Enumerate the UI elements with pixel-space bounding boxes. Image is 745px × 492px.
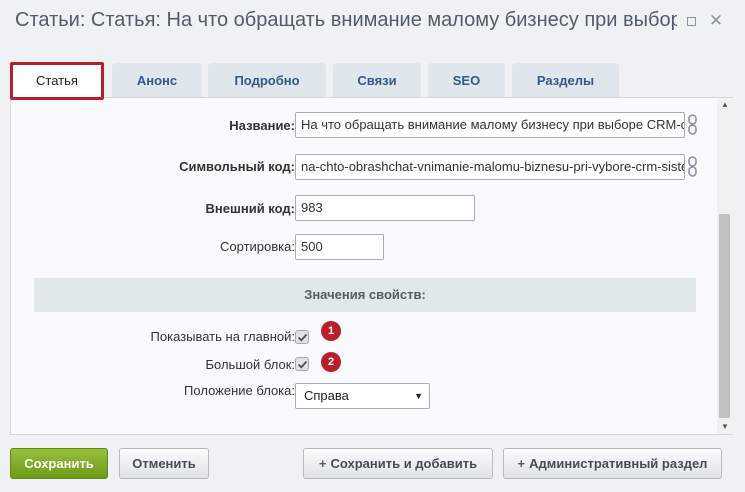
dialog-title: Статьи: Статья: На что обращать внимание… xyxy=(15,9,677,31)
form-panel: Название: На что обращать внимание малом… xyxy=(10,97,733,435)
step-badge: 1 xyxy=(321,321,341,341)
name-label: Название: xyxy=(229,118,295,133)
chain-link-icon[interactable] xyxy=(687,114,699,136)
cancel-button[interactable]: Отменить xyxy=(119,448,209,479)
save-and-add-button[interactable]: + Сохранить и добавить xyxy=(303,448,493,479)
sort-label: Сортировка: xyxy=(220,239,295,254)
scroll-up-icon[interactable]: ▲ xyxy=(717,98,733,112)
big-block-checkbox[interactable] xyxy=(295,357,309,371)
save-button[interactable]: Сохранить xyxy=(10,448,108,479)
properties-header: Значения свойств: xyxy=(34,278,696,312)
show-main-label: Показывать на главной: xyxy=(150,329,295,344)
tab-details[interactable]: Подробно xyxy=(208,63,326,98)
save-and-add-label: Сохранить и добавить xyxy=(330,456,478,471)
tab-announce[interactable]: Анонс xyxy=(112,63,202,98)
scroll-thumb[interactable] xyxy=(719,214,730,418)
chain-link-icon[interactable] xyxy=(687,156,699,178)
plus-icon: + xyxy=(517,456,526,471)
ext-code-label: Внешний код: xyxy=(205,201,295,216)
sort-input[interactable]: 500 xyxy=(295,234,384,260)
vertical-scrollbar[interactable]: ▲ ▼ xyxy=(717,98,733,434)
plus-icon: + xyxy=(318,456,327,471)
step-badge: 2 xyxy=(321,352,341,372)
position-select[interactable]: Справа ▼ xyxy=(295,383,430,409)
admin-section-button[interactable]: + Административный раздел xyxy=(503,448,722,479)
position-select-value: Справа xyxy=(304,388,349,403)
close-icon[interactable]: ✕ xyxy=(708,12,724,29)
tab-links[interactable]: Связи xyxy=(333,63,421,98)
big-block-label: Большой блок: xyxy=(205,357,296,372)
tab-sections[interactable]: Разделы xyxy=(512,63,619,98)
maximize-icon[interactable] xyxy=(683,13,699,29)
dropdown-arrow-icon: ▼ xyxy=(414,391,423,401)
title-bar: Статьи: Статья: На что обращать внимание… xyxy=(0,0,745,44)
tab-article[interactable]: Статья xyxy=(10,62,104,100)
scroll-down-icon[interactable]: ▼ xyxy=(717,420,733,434)
admin-section-label: Административный раздел xyxy=(529,456,708,471)
code-input[interactable]: na-chto-obrashchat-vnimanie-malomu-bizne… xyxy=(295,154,685,180)
code-label: Символьный код: xyxy=(179,159,295,174)
ext-code-input[interactable]: 983 xyxy=(295,195,475,221)
tab-seo[interactable]: SEO xyxy=(428,63,505,98)
edit-dialog: Статьи: Статья: На что обращать внимание… xyxy=(0,0,745,492)
position-label: Положение блока: xyxy=(184,383,295,398)
name-input[interactable]: На что обращать внимание малому бизнесу … xyxy=(295,112,685,138)
show-main-checkbox[interactable] xyxy=(295,330,309,344)
